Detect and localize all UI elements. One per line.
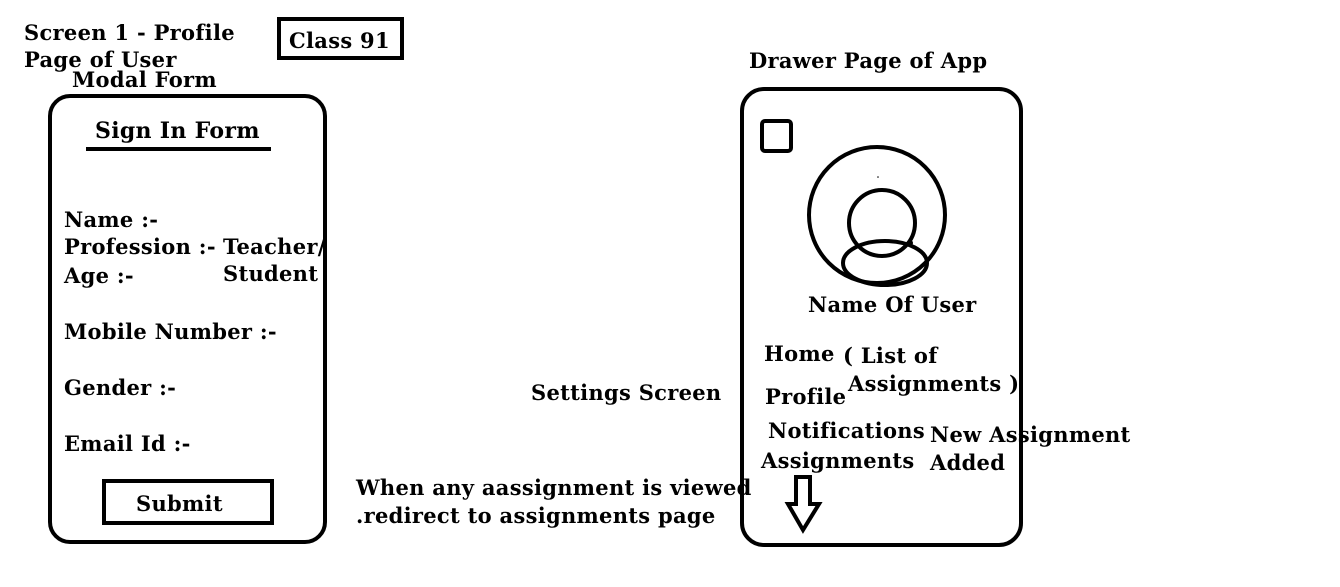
notification-note-line1: New Assignment xyxy=(930,422,1131,447)
gender-label[interactable]: Gender :- xyxy=(64,374,176,402)
redirect-note-line2: .redirect to assignments page xyxy=(356,503,716,528)
age-label[interactable]: Age :- xyxy=(64,262,134,290)
menu-item-home[interactable]: Home xyxy=(764,340,835,368)
menu-home-note-line2: Assignments ) xyxy=(848,371,1020,396)
submit-button[interactable]: Submit xyxy=(102,479,274,525)
down-arrow-icon xyxy=(784,475,823,534)
class-label: Class 91 xyxy=(289,28,390,53)
modal-caption: Modal Form xyxy=(72,67,217,92)
profession-option-2[interactable]: Student xyxy=(223,260,318,288)
screen-title-line1: Screen 1 - Profile xyxy=(24,20,235,45)
menu-item-profile[interactable]: Profile xyxy=(765,383,846,411)
square-icon[interactable] xyxy=(760,119,793,153)
settings-screen-label: Settings Screen xyxy=(531,380,722,405)
mobile-label[interactable]: Mobile Number :- xyxy=(64,318,277,346)
name-label[interactable]: Name :- xyxy=(64,206,158,234)
user-avatar-icon[interactable] xyxy=(790,140,970,300)
form-title-underline xyxy=(86,147,271,151)
class-label-box: Class 91 xyxy=(277,17,404,60)
notification-note-line2: Added xyxy=(930,450,1006,475)
redirect-note-line1: When any aassignment is viewed xyxy=(356,475,752,500)
menu-home-note-line1: ( List of xyxy=(843,343,938,368)
profession-label[interactable]: Profession :- xyxy=(64,233,216,261)
profession-option-1[interactable]: Teacher/ xyxy=(223,233,326,261)
form-title: Sign In Form xyxy=(95,118,260,144)
menu-item-notifications[interactable]: Notifications xyxy=(768,417,925,445)
email-label[interactable]: Email Id :- xyxy=(64,430,191,458)
menu-item-assignments[interactable]: Assignments xyxy=(761,447,915,475)
drawer-caption: Drawer Page of App xyxy=(749,48,988,73)
submit-button-label: Submit xyxy=(136,491,223,516)
user-name: Name Of User xyxy=(808,292,977,317)
